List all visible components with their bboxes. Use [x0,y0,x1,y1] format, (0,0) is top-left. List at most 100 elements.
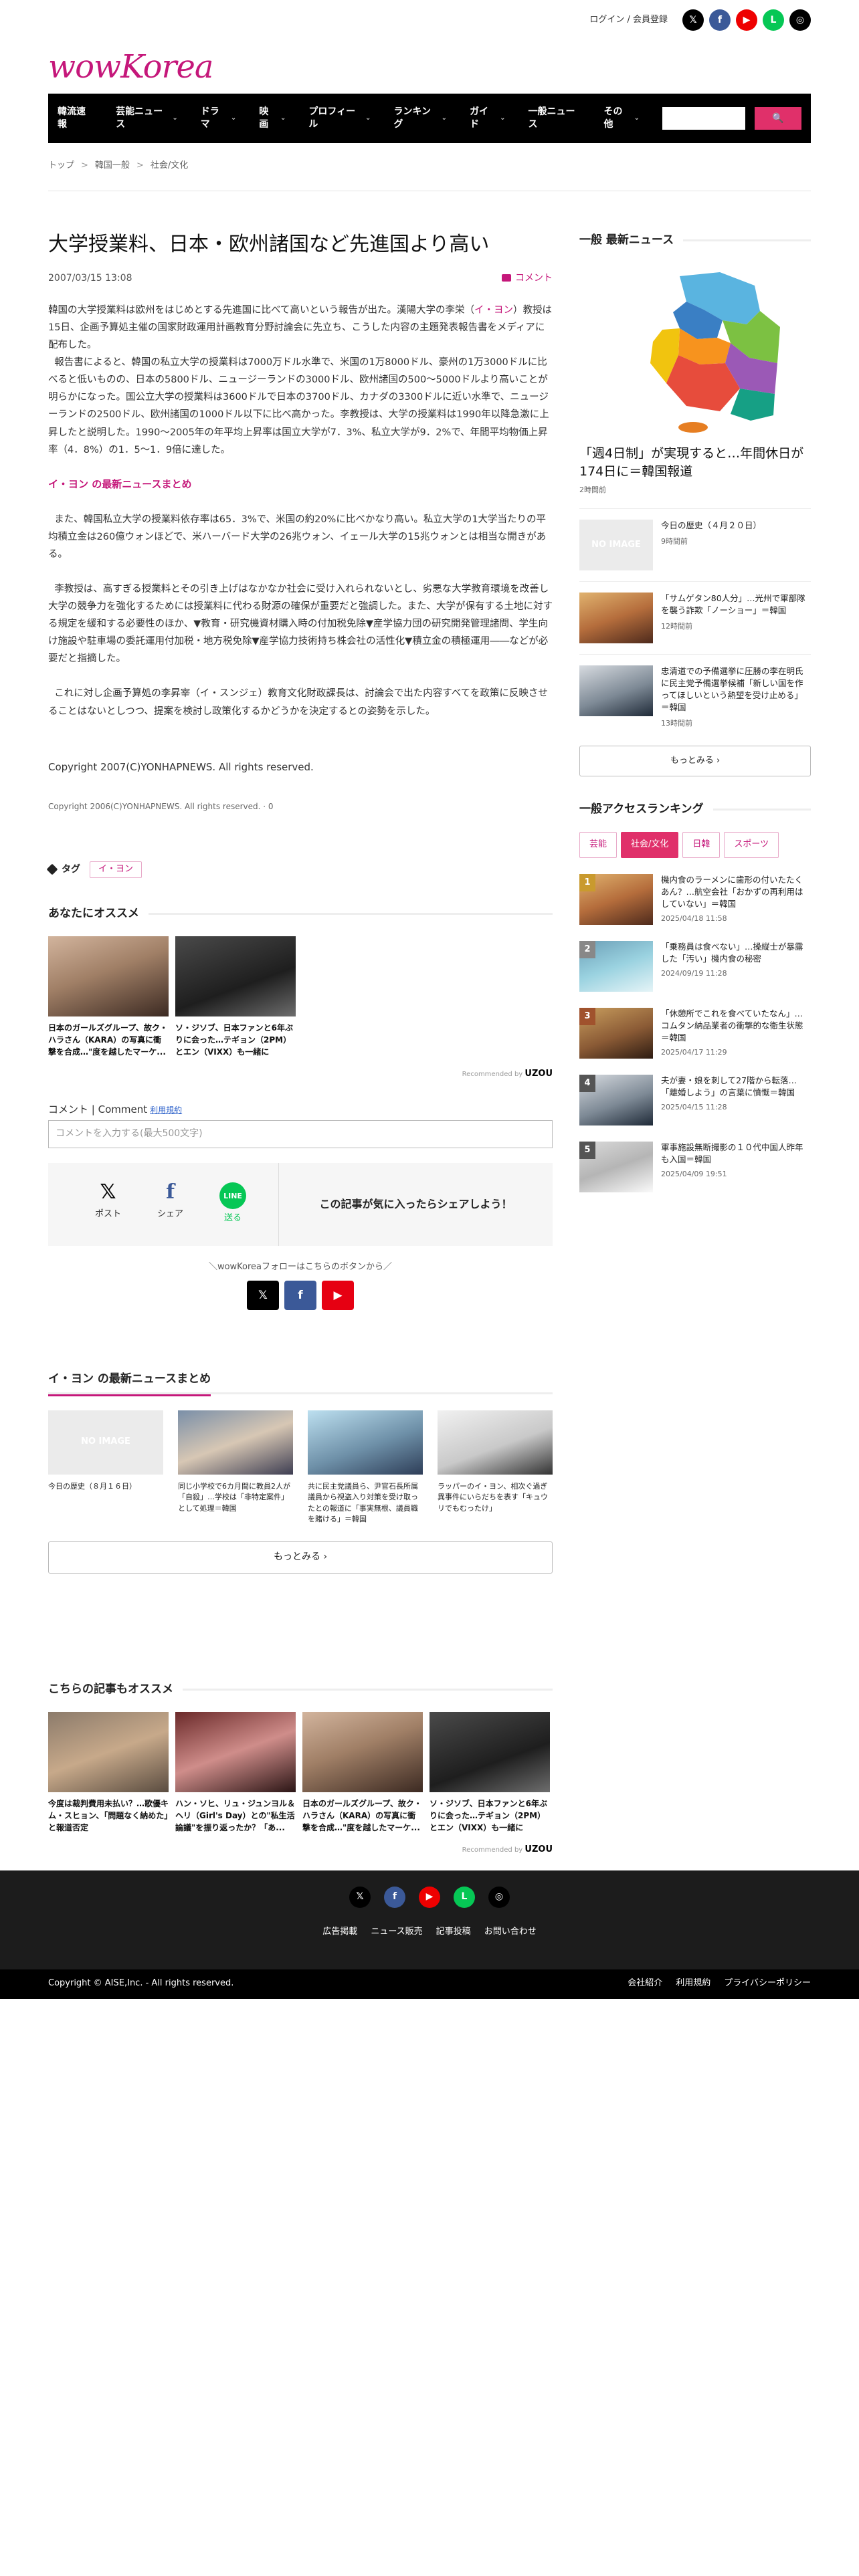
sidebar-more-button[interactable]: もっとみる › [579,746,811,777]
follow-x-button[interactable]: 𝕏 [247,1281,279,1311]
breadcrumb-korea-general[interactable]: 韓国一般 [95,160,130,171]
article-text: 韓国の大学授業料は欧州をはじめとする先進国に比べて高いという報告が出た。漢陽大学… [48,304,474,316]
sidebar-lead-title[interactable]: 「週4日制」が実現すると…年間休日が174日に＝韓国報道 [579,445,811,480]
instagram-icon[interactable]: ◎ [789,9,811,31]
ranking-item[interactable]: 4 夫が妻・娘を刺して27階から転落…「離婚しよう」の言葉に憤慨＝韓国 2025/0… [579,1068,811,1135]
ranking-item[interactable]: 1 機内食のラーメンに歯形の付いたたくあん？…航空会社「おかずの再利用はしていない… [579,867,811,934]
footer-line-icon[interactable]: L [454,1886,475,1908]
site-logo[interactable]: wowKorea [48,41,214,93]
recommend2-heading-text: こちらの記事もオススメ [48,1682,173,1696]
person-link-lee-young[interactable]: イ・ヨン [474,305,513,316]
facebook-icon[interactable]: f [709,9,731,31]
ranking-tab-2[interactable]: 日韓 [682,832,721,859]
latest-news-card[interactable]: NO IMAGE 今日の歴史（８月１６日） [48,1410,163,1525]
recommend-card[interactable]: 今度は裁判費用未払い？…歌優キム・スヒョン、「問題なく納めた」と報道否定 [48,1711,169,1834]
nav-item-label: プロフィール [308,106,356,130]
footer-bottom-link[interactable]: プライバシーポリシー [724,1977,811,1991]
breadcrumb-society-culture[interactable]: 社会/文化 [151,160,188,171]
follow-facebook-button[interactable]: f [284,1281,316,1311]
footer-bottom-link[interactable]: 会社紹介 [628,1977,662,1991]
ranking-item[interactable]: 2 「乗務員は食べない」…操縦士が暴露した「汚い」機内食の秘密 2024/09/19… [579,934,811,1001]
article-copyright: Copyright 2007(C)YONHAPNEWS. All rights … [48,760,314,773]
share-x-button[interactable]: 𝕏 ポスト [95,1182,121,1226]
sidebar-news-item[interactable]: 「サムゲタン80人分」…光州で軍部隊を襲う詐欺「ノーショー」＝韓国 12時間前 [579,580,811,654]
latest-news-thumbnail [438,1410,553,1475]
nav-item-7[interactable]: 一般ニュース [529,106,581,131]
recommend-thumbnail [302,1711,423,1792]
breadcrumb-separator: > [136,160,144,171]
nav-item-0[interactable]: 韓流速報 [58,106,93,131]
comment-input[interactable]: コメントを入力する(最大500文字) [48,1119,553,1148]
footer-link[interactable]: ニュース販売 [371,1925,422,1939]
chevron-down-icon: ⌄ [634,114,640,122]
footer-link[interactable]: 広告掲載 [322,1925,357,1939]
search-button[interactable]: 🔍 [755,107,801,130]
follow-youtube-button[interactable]: ▶ [322,1281,354,1311]
latest-news-card[interactable]: ラッパーのイ・ヨン、相次ぐ過ぎ異事件にいらだちを表す「キュウリでもむったけ」 [438,1410,553,1525]
recommend-heading: あなたにオススメ [48,905,553,923]
ranking-text: 機内食のラーメンに歯形の付いたたくあん？…航空会社「おかずの再利用はしていない」… [661,874,811,925]
footer-social-icons: 𝕏f ▶ L ◎ [0,1870,859,1908]
nav-item-6[interactable]: ガイド ⌄ [470,106,505,131]
nav-item-label: 韓流速報 [58,106,86,130]
share-line-button[interactable]: LINE 送る [219,1182,247,1226]
article-text: 報告書によると、韓国の私立大学の授業料は7000万ドル水準で、米国の1万8000… [48,357,549,455]
footer-link[interactable]: お問い合わせ [484,1925,537,1939]
footer-link[interactable]: 記事投稿 [436,1925,471,1939]
recommend2-heading: こちらの記事もオススメ [48,1681,553,1699]
footer: 𝕏f ▶ L ◎ 広告掲載 ニュース販売 記事投稿 お問い合わせ [0,1870,859,1969]
ranking-item[interactable]: 3 「休憩所でこれを食べていたなん」…コムタン納品業者の衝撃的な衛生状態＝韓国 20… [579,1001,811,1068]
footer-youtube-icon[interactable]: ▶ [419,1886,440,1908]
powered-by-2: Recommended by UZOU [48,1843,553,1857]
terms-link[interactable]: 利用規約 [150,1105,182,1115]
latest-more-button[interactable]: もっとみる › [48,1541,553,1574]
recommend-card[interactable]: 日本のガールズグループ、故ク・ハラさん（KARA）の写真に衝撃を合成…"度を越し… [48,936,169,1058]
share-facebook-button[interactable]: f シェア [157,1182,183,1226]
latest-news-card[interactable]: 同じ小学校で6カ月間に教員2人が「自殺」…学校は「非特定案件」として処理＝韓国 [178,1410,293,1525]
youtube-icon[interactable]: ▶ [736,9,757,31]
comment-link[interactable]: コメント [502,271,553,286]
login-register-link[interactable]: ログイン / 会員登録 [589,13,668,27]
tag-lee-young[interactable]: イ・ヨン [90,861,142,878]
sidebar-news-item[interactable]: NO IMAGE 今日の歴史（４月２０日） 9時間前 [579,508,811,581]
related-news-link[interactable]: イ・ヨン の最新ニュースまとめ [48,476,553,492]
ranking-heading: 一般アクセスランキング [579,800,811,819]
nav-item-8[interactable]: その他 ⌄ [604,106,640,131]
ranking-tab-3[interactable]: スポーツ [724,832,779,859]
nav-item-1[interactable]: 芸能ニュース ⌄ [116,106,178,131]
article-date: 2007/03/15 13:08 [48,272,132,284]
footer-bottom-links: 会社紹介 利用規約 プライバシーポリシー [628,1977,811,1991]
facebook-icon: f [166,1180,175,1204]
footer-facebook-icon[interactable]: f [384,1886,405,1908]
ranking-item[interactable]: 5 軍事施設無断撮影の１０代中国人昨年も入国＝韓国 2025/04/09 19:51 [579,1135,811,1202]
nav-item-2[interactable]: ドラマ ⌄ [201,106,236,131]
recommend-thumbnail [48,1711,169,1792]
recommend-thumbnail [430,1711,550,1792]
article-copyright-small: Copyright 2006(C)YONHAPNEWS. All rights … [48,801,274,811]
nav-item-3[interactable]: 映画 ⌄ [259,106,286,131]
sidebar-news-item[interactable]: 忠清道での予備選挙に圧勝の李在明氏に民主党予備選挙候補「新しい国を作ってほしいと… [579,653,811,740]
more-label: もっとみる [670,755,714,766]
nav-item-label: 映画 [259,106,269,130]
footer-instagram-icon[interactable]: ◎ [488,1886,510,1908]
recommend-card[interactable]: ソ・ジソブ、日本ファンと6年ぶりに会った…テギョン（2PM）とエン（VIXX）も… [430,1711,550,1834]
nav-items: 韓流速報 芸能ニュース ⌄ ドラマ ⌄ 映画 ⌄ プロフィール ⌄ ランキング ⌄ ガイド ⌄ 一般ニュー… [58,106,662,131]
korea-map-image[interactable] [579,263,811,437]
ranking-tab-0[interactable]: 芸能 [579,832,617,859]
recommend-card[interactable]: 日本のガールズグループ、故ク・ハラさん（KARA）の写真に衝撃を合成…"度を越し… [302,1711,423,1834]
nav-item-5[interactable]: ランキング ⌄ [393,106,447,131]
latest-news-card[interactable]: 共に民主党議員ら、尹官石長所属議員から視盗入り対策を受け取ったとの報道に「事実無… [308,1410,423,1525]
sidebar-news-title: 忠清道での予備選挙に圧勝の李在明氏に民主党予備選挙候補「新しい国を作ってほしいと… [661,665,803,713]
x-icon[interactable]: 𝕏 [682,9,704,31]
nav-item-4[interactable]: プロフィール ⌄ [308,106,371,131]
sidebar-news-thumbnail [579,665,653,716]
breadcrumb-top[interactable]: トップ [48,160,74,171]
ranking-tab-1[interactable]: 社会/文化 [621,832,679,859]
nav-item-label: ランキング [393,106,432,130]
recommend-card[interactable]: ハン・ソヒ、リュ・ジュンヨル＆ヘリ（Girl's Day）との"私生活論議"を振… [175,1711,296,1834]
footer-x-icon[interactable]: 𝕏 [349,1886,371,1908]
recommend-card[interactable]: ソ・ジソブ、日本ファンと6年ぶりに会った…テギョン（2PM）とエン（VIXX）も… [175,936,296,1058]
search-input[interactable] [662,107,745,130]
footer-bottom-link[interactable]: 利用規約 [676,1977,710,1991]
line-icon[interactable]: L [763,9,784,31]
